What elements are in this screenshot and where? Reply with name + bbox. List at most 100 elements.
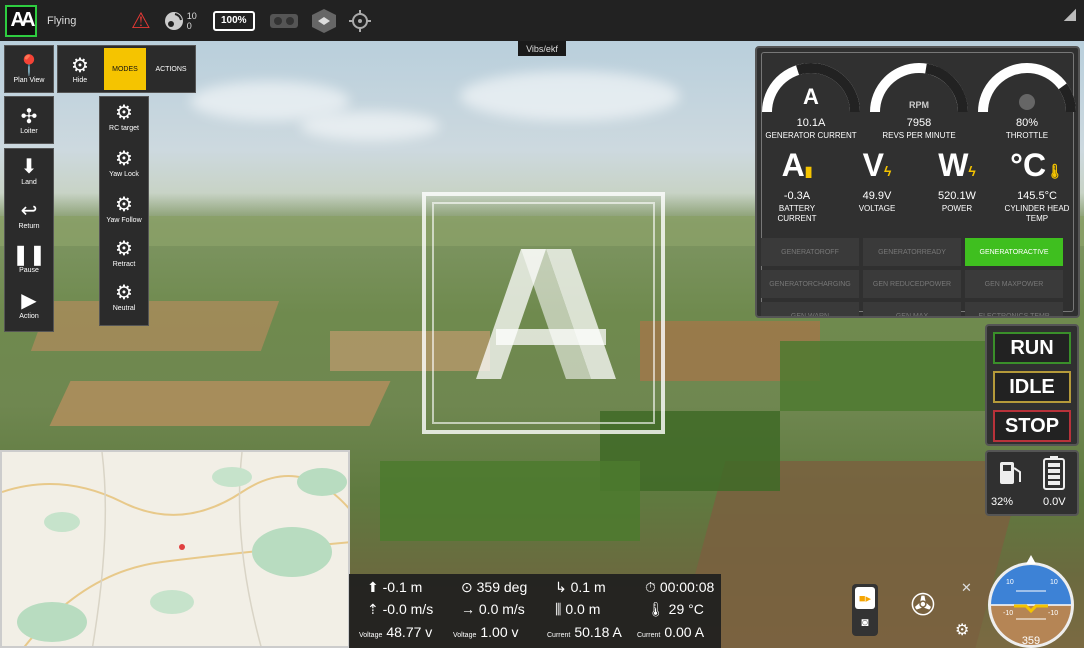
throttle-label: THROTTLE xyxy=(1005,131,1049,140)
pitch-down-right: -10 xyxy=(1048,610,1058,617)
rpm-gauge: RPM 7958 REVS PER MINUTE xyxy=(869,62,969,140)
cylinder-temp-value: 145.5°C xyxy=(1017,190,1057,202)
compass-icon: ⊙ xyxy=(461,579,473,595)
camera-mode-toggle[interactable]: ■▸ ◙ xyxy=(852,584,878,636)
retract-button[interactable]: ⚙ Retract xyxy=(100,237,148,268)
home-distance-value: 0.0 m xyxy=(565,601,601,617)
shutter-icon[interactable]: ✇ xyxy=(906,588,940,622)
generator-current-gauge: A 10.1A GENERATOR CURRENT xyxy=(761,62,861,140)
map-tiles xyxy=(2,452,348,646)
throttle-gauge: 80% THROTTLE xyxy=(977,62,1077,140)
signal-icon[interactable]: ◢ xyxy=(1064,4,1076,24)
temperature-value: 29 °C xyxy=(668,601,704,617)
action-tool-group: ⬇ Land ↩ Return ❚❚ Pause ▶ Action xyxy=(4,148,54,332)
yaw-lock-button[interactable]: ⚙ Yaw Lock xyxy=(100,147,148,178)
warning-icon[interactable]: ⚠ xyxy=(131,8,151,34)
rc-target-label: RC target xyxy=(109,125,139,132)
power-value: 520.1W xyxy=(938,190,976,202)
return-button[interactable]: ↩ Return xyxy=(5,199,53,230)
battery-current-icon: A▮ xyxy=(781,147,813,183)
flight-mode-label[interactable]: Flying xyxy=(47,15,95,27)
arrow-up-icon: ⬆ xyxy=(367,579,379,595)
rc-target-button[interactable]: ⚙ RC target xyxy=(100,101,148,132)
rpm-value: 7958 xyxy=(906,117,932,129)
ground-speed-value: 0.0 m/s xyxy=(478,601,525,617)
satellite-icon[interactable]: 10 0 xyxy=(163,10,197,32)
gen-status-6: GEN WARN xyxy=(761,302,859,316)
close-icon[interactable]: ✕ xyxy=(961,580,972,596)
neutral-button[interactable]: ⚙ Neutral xyxy=(100,281,148,312)
satellite-hdop: 0 xyxy=(186,20,192,31)
battery-percent: 100% xyxy=(220,15,247,26)
generator-panel: A 10.1A GENERATOR CURRENT RPM 7958 REVS … xyxy=(755,46,1080,318)
voltage-label: VOLTAGE xyxy=(858,204,896,213)
voltage-icon: Vϟ xyxy=(862,147,892,183)
gen-status-3: GENERATOR CHARGING xyxy=(761,270,859,298)
modes-tab[interactable]: MODES xyxy=(104,48,146,90)
turn-arrow-icon: ↳ xyxy=(555,579,567,595)
plan-view-button[interactable]: 📍 Plan View xyxy=(4,45,54,93)
telemetry-panel: ⬆ -0.1 m ⊙ 359 deg ↳ 0.1 m ⏱ 00:00:08 ⇡ … xyxy=(349,574,721,648)
gimbal-modes-list: ⚙ RC target ⚙ Yaw Lock ⚙ Yaw Follow ⚙ Retrac… xyxy=(99,96,149,326)
fuel-level: 32% xyxy=(991,496,1014,508)
distance-readout: ↳ 0.1 m xyxy=(555,579,606,596)
voltage-stat: Vϟ 49.9V VOLTAGE xyxy=(837,148,917,214)
yaw-follow-button[interactable]: ⚙ Yaw Follow xyxy=(100,193,148,224)
land-button[interactable]: ⬇ Land xyxy=(5,155,53,186)
satellite-count: 10 xyxy=(186,10,197,21)
voltage-value: 49.9V xyxy=(862,190,892,202)
gear-icon[interactable]: ⚙ xyxy=(955,620,969,640)
svg-text:A: A xyxy=(803,84,819,109)
logo-text: AA xyxy=(10,9,36,31)
gimbal-follow-icon: ⚙ xyxy=(115,194,133,216)
crosshair-icon[interactable] xyxy=(348,9,371,32)
temperature-readout: 🌡 29 °C xyxy=(647,601,704,618)
engine-control-box: RUN IDLE STOP xyxy=(985,324,1079,446)
stop-button[interactable]: STOP xyxy=(993,410,1071,442)
pause-button[interactable]: ❚❚ Pause xyxy=(5,243,53,274)
mini-map[interactable] xyxy=(0,450,350,648)
video-camera-icon[interactable]: ■▸ xyxy=(855,587,875,609)
rpm-gauge-icon: RPM xyxy=(870,63,968,113)
actions-tab[interactable]: ACTIONS xyxy=(148,48,194,90)
heading-readout-dial: 359 xyxy=(1022,635,1040,647)
pitch-up-left: 10 xyxy=(1006,579,1014,586)
generator-current-value: 10.1A xyxy=(796,117,826,129)
fuel-pump-icon xyxy=(995,458,1027,493)
pitch-down-left: -10 xyxy=(1003,610,1013,617)
loiter-button[interactable]: ✣ Loiter xyxy=(4,96,54,144)
loiter-icon: ✣ xyxy=(20,105,38,128)
action-button[interactable]: ▶ Action xyxy=(5,289,53,320)
vr-headset-icon[interactable] xyxy=(269,12,299,30)
voltage1-label: Voltage xyxy=(359,632,383,639)
gen-status-5: GEN MAX POWER xyxy=(965,270,1063,298)
gimbal-neutral-icon: ⚙ xyxy=(115,282,133,304)
power-stat: Wϟ 520.1W POWER xyxy=(917,148,997,214)
yaw-follow-label: Yaw Follow xyxy=(106,217,142,224)
altitude-readout: ⬆ -0.1 m xyxy=(367,579,422,596)
rpm-label: REVS PER MINUTE xyxy=(882,131,956,140)
flight-time-readout: ⏱ 00:00:08 xyxy=(645,579,714,596)
gen-status-1: GENERATOR READY xyxy=(863,238,961,266)
photo-camera-icon[interactable]: ◙ xyxy=(855,612,875,632)
gimbal-retract-icon: ⚙ xyxy=(115,238,133,260)
current2-label: Current xyxy=(637,632,661,639)
pause-icon: ❚❚ xyxy=(12,244,46,266)
rpm-unit: RPM xyxy=(909,100,929,110)
app-logo[interactable]: AA xyxy=(5,4,37,37)
hide-button[interactable]: ⚙ Hide xyxy=(58,46,102,92)
distance-value: 0.1 m xyxy=(570,579,606,595)
loiter-label: Loiter xyxy=(20,127,38,135)
battery-indicator[interactable]: 100% xyxy=(212,10,255,31)
return-label: Return xyxy=(18,223,40,230)
gimbal-icon[interactable] xyxy=(311,8,337,34)
vertical-speed-value: -0.0 m/s xyxy=(382,601,434,617)
watermark-aa-icon xyxy=(476,249,616,379)
run-button[interactable]: RUN xyxy=(993,332,1071,364)
current1-readout: Current 50.18 A xyxy=(547,624,622,640)
thermometer-icon: °C🌡 xyxy=(1010,147,1064,183)
idle-button[interactable]: IDLE xyxy=(993,371,1071,403)
battery-current-stat: A▮ -0.3A BATTERY CURRENT xyxy=(757,148,837,224)
throttle-gauge-icon xyxy=(978,63,1076,113)
vibs-ekf-label[interactable]: Vibs/ekf xyxy=(518,41,566,56)
